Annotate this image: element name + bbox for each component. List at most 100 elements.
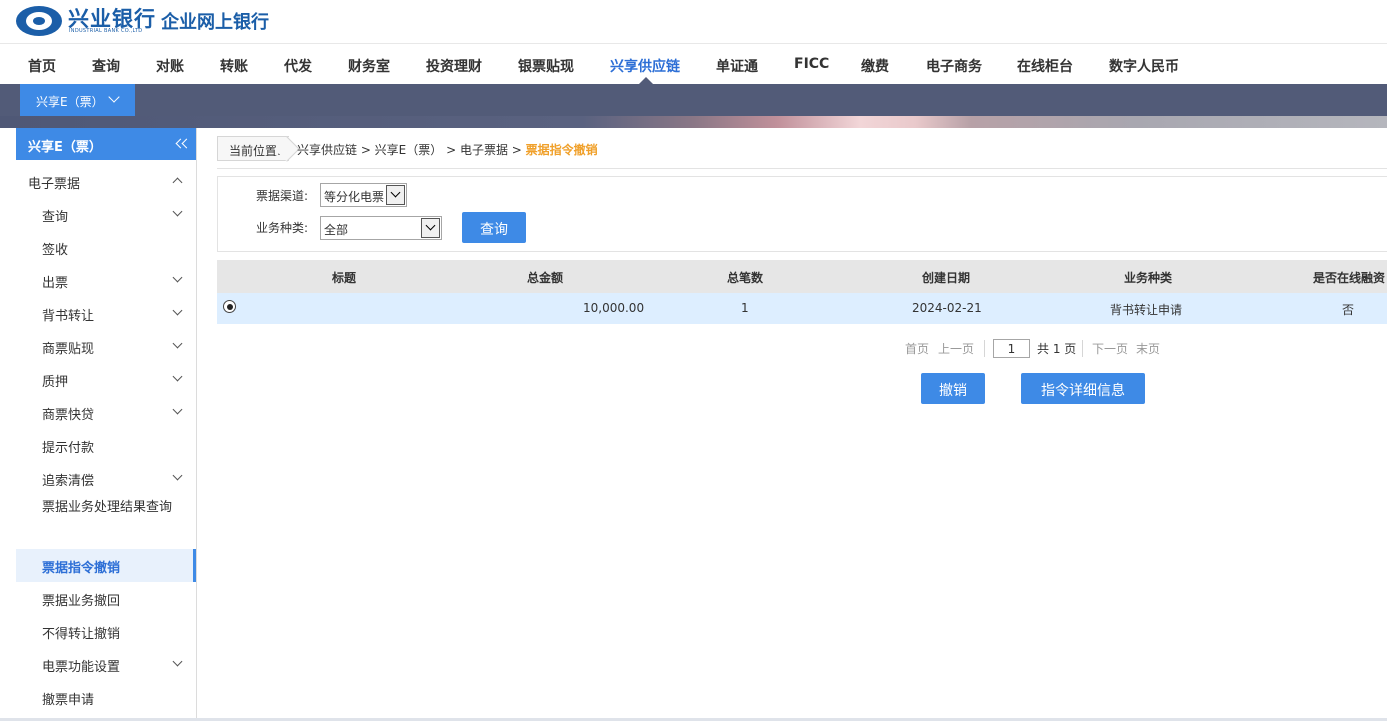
row-radio[interactable] (223, 300, 236, 313)
nav-query[interactable]: 查询 (92, 56, 120, 76)
breadcrumb-current: 票据指令撤销 (525, 143, 598, 157)
chevron-down-icon (172, 404, 183, 415)
sidebar-item-label: 票据指令撤销 (42, 561, 121, 576)
sidebar-item-endorse[interactable]: 背书转让 (16, 297, 196, 330)
cell-biz-type: 背书转让申请 (1110, 303, 1183, 317)
subtab-xingxiang-e[interactable]: 兴享E（票） (20, 84, 135, 116)
sidebar-item-label: 追索清偿 (42, 474, 95, 489)
sidebar-item-label: 撤票申请 (42, 693, 95, 708)
biztype-label: 业务种类: (256, 221, 309, 235)
pager-last[interactable]: 末页 (1136, 340, 1160, 357)
revoke-button[interactable]: 撤销 (921, 373, 985, 404)
pager-next[interactable]: 下一页 (1092, 340, 1128, 357)
cell-amount: 10,000.00 (583, 301, 645, 315)
nav-ficc[interactable]: FICC (794, 56, 829, 72)
divider (984, 340, 985, 357)
breadcrumb-path-text: 兴享供应链 > 兴享E（票） > 电子票据 > (297, 143, 526, 157)
page-number-input[interactable]: 1 (993, 339, 1030, 358)
cell-date: 2024-02-21 (912, 301, 982, 315)
dropdown-arrow-icon (386, 185, 405, 205)
sidebar-item-label: 不得转让撤销 (42, 627, 121, 642)
nav-home[interactable]: 首页 (28, 56, 56, 76)
chevron-down-icon (172, 206, 183, 217)
sub-nav-bar (0, 84, 1387, 116)
sidebar-item-label: 质押 (42, 375, 69, 390)
instruction-detail-button[interactable]: 指令详细信息 (1021, 373, 1145, 404)
sidebar-item-label: 电子票据 (28, 177, 81, 192)
nav-supply-chain[interactable]: 兴享供应链 (610, 56, 680, 76)
sidebar-item-label: 票据业务处理结果查询 (42, 500, 173, 515)
subtab-label: 兴享E（票） (36, 95, 104, 109)
sidebar-item-query[interactable]: 查询 (16, 198, 196, 231)
sidebar-item-label: 出票 (42, 276, 69, 291)
chevron-down-icon (172, 338, 183, 349)
nav-digital-rmb[interactable]: 数字人民币 (1109, 56, 1179, 76)
divider (1082, 340, 1083, 357)
sidebar-item-settings[interactable]: 电票功能设置 (16, 648, 196, 681)
sidebar-item-label: 查询 (42, 210, 69, 225)
bank-name-en: INDUSTRIAL BANK CO.,LTD (69, 28, 143, 34)
nav-transfer[interactable]: 转账 (220, 56, 248, 76)
sidebar-item-nontransfer-revoke[interactable]: 不得转让撤销 (16, 615, 196, 648)
nav-ecommerce[interactable]: 电子商务 (926, 56, 982, 76)
sidebar-item-business-withdraw[interactable]: 票据业务撤回 (16, 582, 196, 615)
nav-discount[interactable]: 银票贴现 (518, 56, 574, 76)
sidebar-item-label: 商票贴现 (42, 342, 95, 357)
sidebar-item-result-query[interactable]: 票据业务处理结果查询 (16, 495, 196, 549)
sidebar-item-issue[interactable]: 出票 (16, 264, 196, 297)
dropdown-arrow-icon (421, 218, 440, 238)
biztype-select-value: 全部 (324, 223, 349, 237)
chevron-down-icon (172, 656, 183, 667)
table-header: 标题 总金额 总笔数 创建日期 业务种类 是否在线融资 (217, 260, 1387, 293)
sidebar-item-label: 商票快贷 (42, 408, 95, 423)
query-panel: 票据渠道: 等分化电票 业务种类: 全部 查询 (217, 176, 1387, 252)
pager-first[interactable]: 首页 (905, 340, 929, 357)
nav-payroll[interactable]: 代发 (284, 56, 312, 76)
col-count: 总笔数 (727, 271, 764, 285)
breadcrumb-label: 当前位置: (217, 136, 289, 161)
sidebar-item-recourse[interactable]: 追索清偿 (16, 462, 196, 495)
sidebar-item-quick-loan[interactable]: 商票快贷 (16, 396, 196, 429)
col-online-finance: 是否在线融资 (1313, 271, 1386, 285)
channel-select-value: 等分化电票 (324, 190, 385, 204)
sidebar-item-label: 电票功能设置 (42, 660, 121, 675)
top-nav: 首页 查询 对账 转账 代发 财务室 投资理财 银票贴现 兴享供应链 单证通 F… (0, 44, 1387, 84)
biztype-select[interactable]: 全部 (320, 216, 442, 240)
breadcrumb: 当前位置: 兴享供应链 > 兴享E（票） > 电子票据 > 票据指令撤销 (217, 136, 1387, 162)
sidebar-item-instruction-revoke[interactable]: 票据指令撤销 (16, 549, 196, 582)
chevron-down-icon (108, 91, 120, 103)
channel-select[interactable]: 等分化电票 (320, 183, 407, 207)
sidebar-item-payment-prompt[interactable]: 提示付款 (16, 429, 196, 462)
nav-documents[interactable]: 单证通 (716, 56, 758, 76)
sidebar-item-sign[interactable]: 签收 (16, 231, 196, 264)
col-amount: 总金额 (527, 271, 564, 285)
chevron-down-icon (172, 371, 183, 382)
divider (217, 168, 1387, 169)
col-date: 创建日期 (922, 271, 971, 285)
chevron-down-icon (172, 305, 183, 316)
sidebar-header: 兴享E（票） (16, 128, 196, 160)
sidebar-item-e-bill[interactable]: 电子票据 (16, 165, 196, 198)
nav-payment[interactable]: 缴费 (861, 56, 889, 76)
nav-investment[interactable]: 投资理财 (426, 56, 482, 76)
col-biz-type: 业务种类 (1124, 271, 1173, 285)
channel-label: 票据渠道: (256, 189, 309, 203)
nav-online-counter[interactable]: 在线柜台 (1017, 56, 1073, 76)
sidebar-item-withdraw-request[interactable]: 撤票申请 (16, 681, 196, 714)
pager-prev[interactable]: 上一页 (938, 340, 974, 357)
nav-finance-room[interactable]: 财务室 (348, 56, 390, 76)
chevron-down-icon (172, 272, 183, 283)
sidebar-item-label: 签收 (42, 243, 69, 258)
chevron-up-icon (172, 177, 183, 188)
sidebar-item-label: 票据业务撤回 (42, 594, 121, 609)
nav-reconcile[interactable]: 对账 (156, 56, 184, 76)
search-button[interactable]: 查询 (462, 212, 526, 243)
header: 兴业银行 INDUSTRIAL BANK CO.,LTD 企业网上银行 (0, 0, 1387, 44)
table-row[interactable]: 10,000.00 1 2024-02-21 背书转让申请 否 (217, 293, 1387, 324)
sidebar-item-pledge[interactable]: 质押 (16, 363, 196, 396)
sidebar-item-discount[interactable]: 商票贴现 (16, 330, 196, 363)
col-title: 标题 (332, 271, 357, 285)
chevron-down-icon (172, 470, 183, 481)
collapse-sidebar-icon[interactable] (173, 137, 193, 151)
active-nav-caret-icon (639, 77, 653, 84)
